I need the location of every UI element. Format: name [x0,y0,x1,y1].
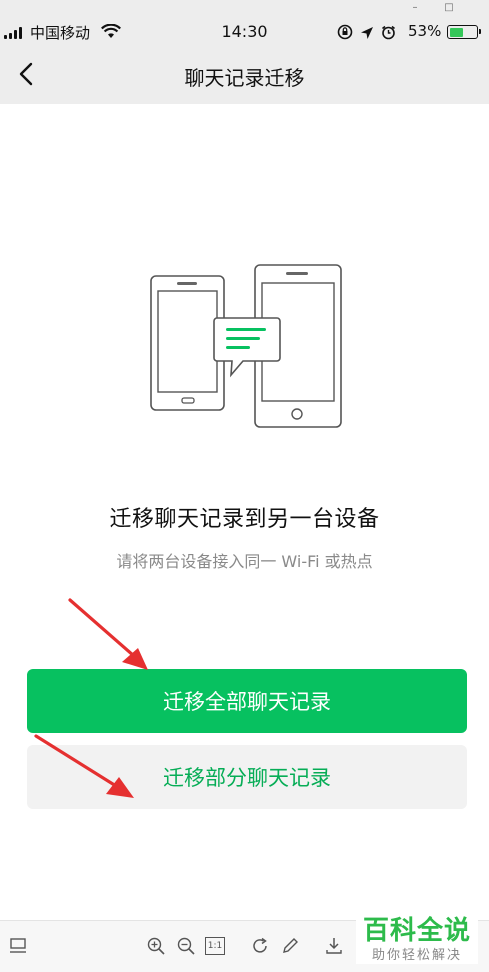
battery-icon [447,25,481,39]
watermark-sub: 助你轻松解决 [371,948,462,963]
battery-fill [449,27,464,37]
battery-percent: 53% [408,22,442,40]
annotation-arrow-icon [68,598,148,670]
download-icon[interactable] [324,936,344,956]
watermark-logo: 百科全说 助你轻松解决 [356,906,478,964]
watermark-main: 百科全说 [362,916,471,946]
screen: 中国移动 14:30 53% – □ 聊天记录迁移 迁移聊天记录到另一台设备 请… [0,0,489,972]
maximize-button[interactable]: □ [434,0,464,14]
phone-to-tablet-chat-icon [145,258,350,433]
minimize-button[interactable]: – [400,0,430,14]
page-title: 聊天记录迁移 [184,66,305,90]
migrate-partial-button[interactable]: 迁移部分聊天记录 [27,745,467,809]
migration-heading: 迁移聊天记录到另一台设备 [109,507,380,532]
zoom-out-icon[interactable] [176,936,196,956]
edit-pen-icon[interactable] [280,936,300,956]
rotate-icon[interactable] [250,936,270,956]
orientation-lock-icon [337,24,353,44]
actual-size-icon[interactable]: 1:1 [205,937,225,955]
nav-bar: 聊天记录迁移 [0,48,489,104]
migrate-all-button[interactable]: 迁移全部聊天记录 [27,669,467,733]
wifi-hint: 请将两台设备接入同一 Wi-Fi 或热点 [116,552,373,571]
zoom-in-icon[interactable] [146,936,166,956]
layout-icon[interactable] [8,936,28,956]
location-icon [360,25,374,44]
alarm-icon [381,25,396,44]
